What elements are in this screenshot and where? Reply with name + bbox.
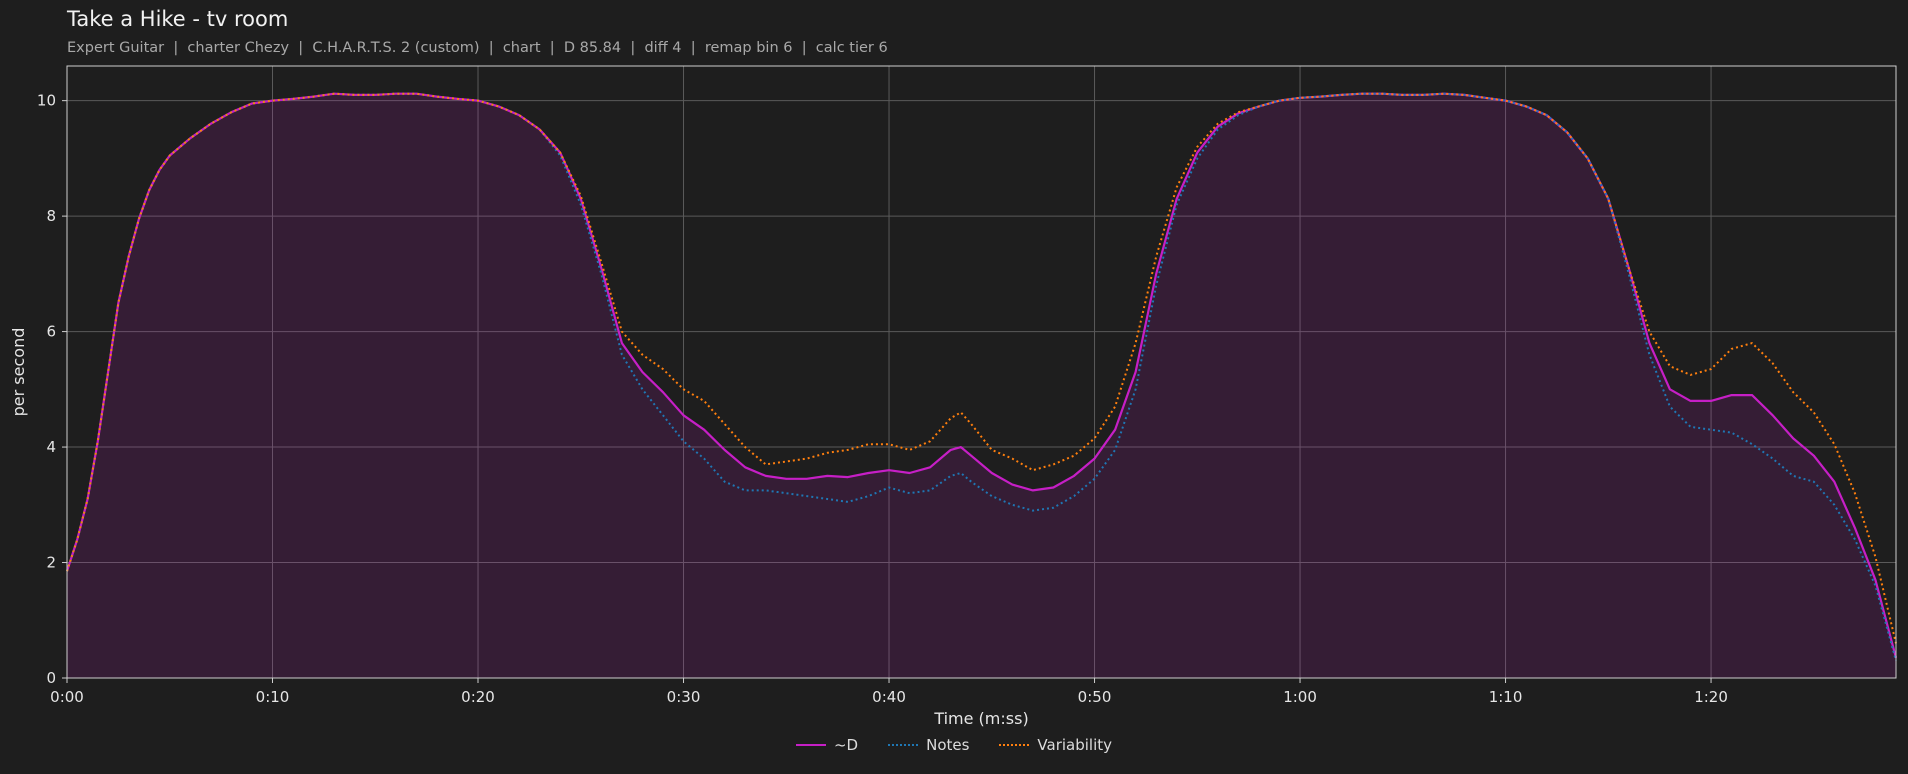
x-tick-label: 1:00 xyxy=(1283,688,1317,706)
x-tick-label: 0:10 xyxy=(256,688,290,706)
y-tick-label: 0 xyxy=(46,669,56,687)
y-tick-label: 6 xyxy=(46,323,56,341)
x-tick-label: 0:00 xyxy=(50,688,84,706)
legend-item-variability: Variability xyxy=(999,736,1112,754)
legend-swatch xyxy=(888,744,919,746)
y-tick-label: 2 xyxy=(46,554,56,572)
x-tick-label: 0:20 xyxy=(461,688,495,706)
legend: ~D Notes Variability xyxy=(0,736,1908,754)
legend-swatch xyxy=(999,744,1030,746)
series-layer xyxy=(65,92,1898,678)
legend-item-notes: Notes xyxy=(888,736,969,754)
y-tick-label: 4 xyxy=(46,438,56,456)
x-tick-label: 0:40 xyxy=(872,688,906,706)
legend-label: ~D xyxy=(833,736,859,754)
y-tick-label: 10 xyxy=(37,92,56,110)
series-area-d xyxy=(67,93,1896,678)
chart-plot: 0:00 0:10 0:20 0:30 0:40 0:50 1:00 1:10 1:20 0 2 4 6… xyxy=(9,65,1898,728)
y-tick-label: 8 xyxy=(46,207,56,225)
legend-label: Notes xyxy=(926,736,970,754)
y-axis-label: per second xyxy=(9,328,28,417)
x-tick-label: 0:30 xyxy=(667,688,701,706)
legend-item-d: ~D xyxy=(795,736,859,754)
x-tick-label: 1:10 xyxy=(1489,688,1523,706)
x-axis-label: Time (m:ss) xyxy=(933,709,1028,728)
x-tick-label: 1:20 xyxy=(1694,688,1728,706)
legend-label: Variability xyxy=(1037,736,1113,754)
x-tick-label: 0:50 xyxy=(1078,688,1112,706)
legend-swatch xyxy=(795,744,826,746)
